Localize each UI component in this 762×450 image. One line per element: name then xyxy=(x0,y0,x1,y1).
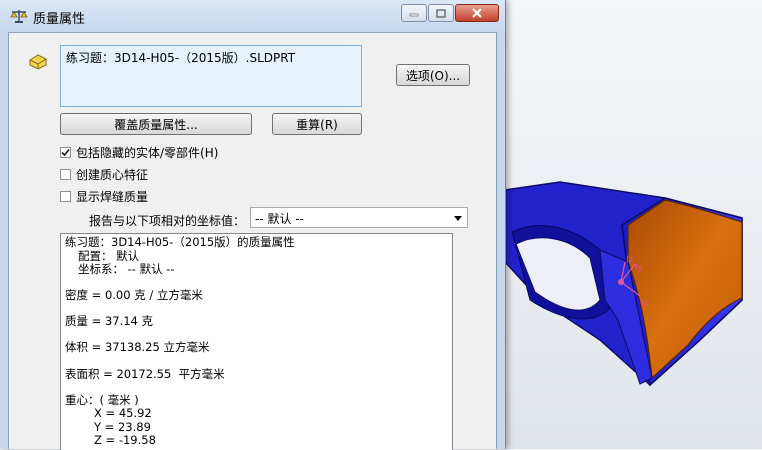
show-weld-mass-label: 显示焊缝质量 xyxy=(76,190,149,204)
selected-items-list[interactable]: 练习题：3D14-H05-（2015版）.SLDPRT xyxy=(60,45,362,107)
results-center-y: Y = 23.89 xyxy=(94,419,151,434)
results-coordinate-system: 坐标系： -- 默认 -- xyxy=(78,262,175,277)
dropdown-arrow-icon xyxy=(454,216,462,221)
recalculate-button[interactable]: 重算(R) xyxy=(272,113,362,135)
minimize-button[interactable] xyxy=(401,4,427,22)
selected-file-name: 练习题：3D14-H05-（2015版）.SLDPRT xyxy=(66,51,296,65)
override-mass-properties-button[interactable]: 覆盖质量属性... xyxy=(60,113,252,135)
options-button[interactable]: 选项(O)... xyxy=(396,64,470,86)
results-header: 练习题：3D14-H05-（2015版）的质量属性 xyxy=(65,235,295,249)
scale-icon xyxy=(10,10,28,23)
maximize-button[interactable] xyxy=(428,4,454,22)
axis-label-iz: Iz xyxy=(626,255,634,265)
mass-properties-dialog: 质量属性 练习题：3D14-H05-（2015版）.SLDPRT 选项(O)..… xyxy=(0,0,506,450)
dialog-client-area: 练习题：3D14-H05-（2015版）.SLDPRT 选项(O)... 覆盖质… xyxy=(8,32,497,450)
axis-label-iy: Iy xyxy=(635,263,644,273)
include-hidden-label: 包括隐藏的实体/零部件(H) xyxy=(76,146,219,160)
window-title: 质量属性 xyxy=(33,12,86,27)
results-mass: 质量 = 37.14 克 xyxy=(65,314,154,329)
coordinate-system-label: 报告与以下项相对的坐标值： xyxy=(89,214,246,228)
results-configuration: 配置： 默认 xyxy=(78,248,140,263)
part-icon xyxy=(29,54,47,70)
title-bar[interactable]: 质量属性 xyxy=(0,0,505,32)
results-center-z: Z = -19.58 xyxy=(94,433,156,448)
results-volume: 体积 = 37138.25 立方毫米 xyxy=(65,340,210,355)
show-weld-mass-checkbox[interactable] xyxy=(60,191,71,202)
create-centroid-label: 创建质心特征 xyxy=(76,168,149,182)
minimize-icon xyxy=(409,13,419,17)
results-center-x: X = 45.92 xyxy=(94,406,152,421)
close-icon xyxy=(472,8,482,18)
results-center-of-mass-title: 重心：( 毫米 ) xyxy=(65,392,139,407)
checkmark-icon xyxy=(61,148,70,157)
results-density: 密度 = 0.00 克 / 立方毫米 xyxy=(65,288,203,303)
create-centroid-checkbox[interactable] xyxy=(60,169,71,180)
coordinate-system-dropdown[interactable]: -- 默认 -- xyxy=(250,207,468,228)
axis-label-ix: Ix xyxy=(641,299,650,309)
show-weld-mass-checkbox-row[interactable]: 显示焊缝质量 xyxy=(60,188,148,205)
results-surface-area: 表面积 = 20172.55 平方毫米 xyxy=(65,366,225,381)
results-text-area[interactable]: 练习题：3D14-H05-（2015版）的质量属性 配置： 默认 坐标系： -- 默… xyxy=(60,233,453,450)
create-centroid-checkbox-row[interactable]: 创建质心特征 xyxy=(60,166,148,183)
maximize-icon xyxy=(436,8,446,18)
include-hidden-checkbox-row[interactable]: 包括隐藏的实体/零部件(H) xyxy=(60,144,218,161)
include-hidden-checkbox[interactable] xyxy=(60,147,71,158)
coordinate-system-value: -- 默认 -- xyxy=(255,212,304,226)
close-button[interactable] xyxy=(455,4,499,22)
